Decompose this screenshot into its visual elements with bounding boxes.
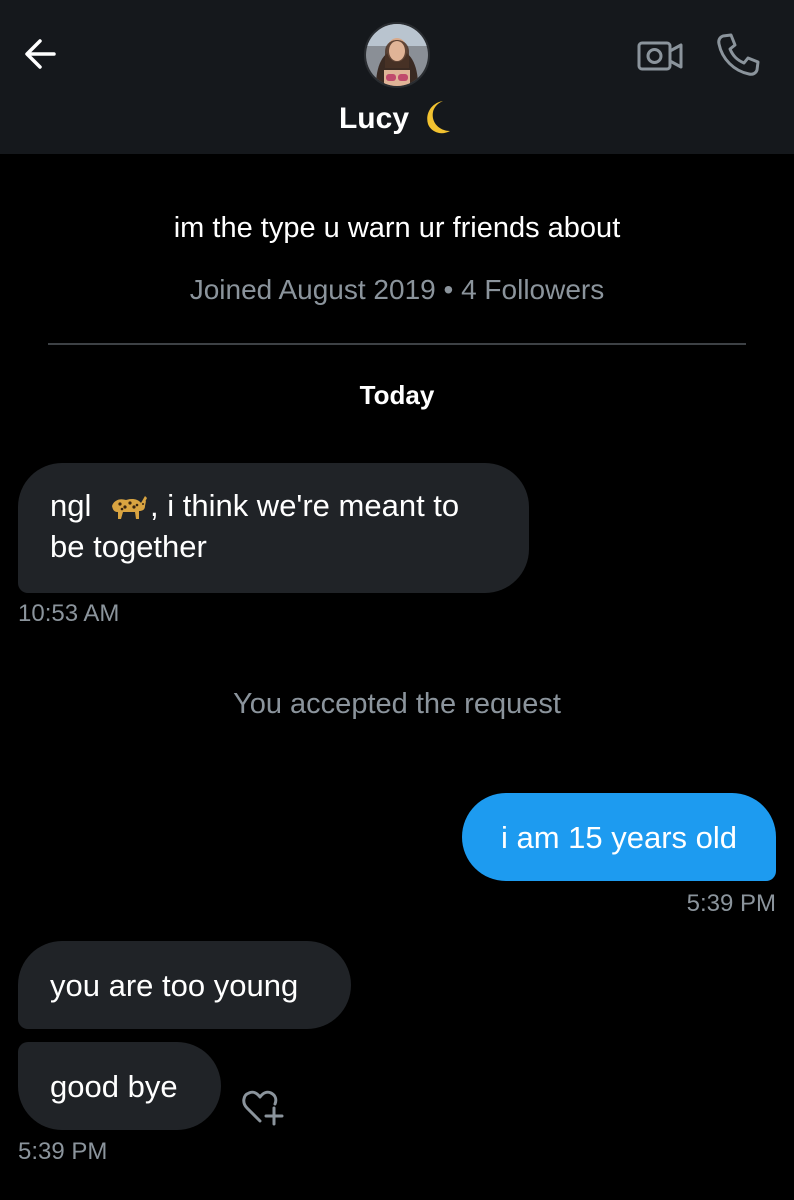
- leopard-icon: [111, 496, 147, 519]
- add-reaction-icon[interactable]: [240, 1086, 286, 1126]
- message-bubble-incoming[interactable]: good bye: [18, 1042, 221, 1130]
- message-timestamp: 10:53 AM: [18, 600, 120, 627]
- message-text: i am 15 years old: [500, 820, 738, 855]
- phone-icon[interactable]: [714, 30, 762, 78]
- message-timestamp: 5:39 PM: [686, 890, 776, 917]
- divider: [48, 343, 746, 345]
- message-text: you are too young: [50, 968, 299, 1003]
- message-timestamp: 5:39 PM: [18, 1138, 108, 1165]
- system-message: You accepted the request: [233, 688, 561, 720]
- contact-name-row[interactable]: Lucy: [0, 96, 794, 142]
- message-text: ngl: [50, 488, 100, 523]
- video-camera-icon[interactable]: [636, 36, 684, 76]
- message-text: good bye: [50, 1069, 178, 1104]
- profile-meta: Joined August 2019 • 4 Followers: [189, 274, 605, 305]
- avatar[interactable]: [364, 22, 430, 88]
- crescent-moon-icon: [427, 101, 451, 134]
- day-separator: Today: [359, 380, 435, 410]
- arrow-left-icon[interactable]: [18, 30, 66, 78]
- message-bubble-incoming[interactable]: you are too young: [18, 941, 351, 1029]
- profile-bio: im the type u warn ur friends about: [173, 212, 621, 244]
- contact-name: Lucy: [338, 102, 410, 135]
- message-bubble-incoming[interactable]: ngl , i think we're meant to be together: [18, 463, 529, 593]
- message-bubble-outgoing[interactable]: i am 15 years old: [462, 793, 776, 881]
- conversation-header: Lucy: [0, 0, 794, 154]
